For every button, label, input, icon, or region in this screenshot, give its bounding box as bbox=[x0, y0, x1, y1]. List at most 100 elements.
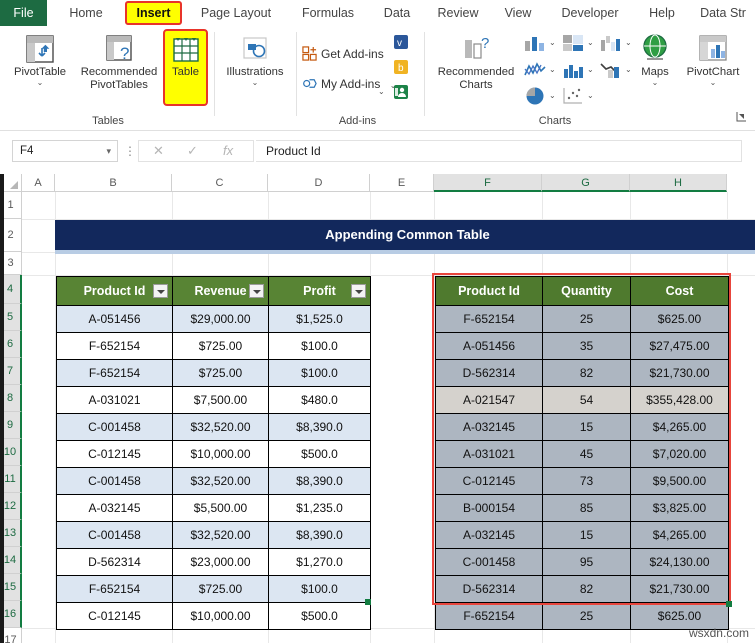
table-row[interactable]: C-012145 $10,000.00 $500.0 bbox=[56, 440, 371, 468]
right-cell-product-id[interactable]: F-652154 bbox=[435, 305, 543, 333]
right-cell-product-id[interactable]: B-000154 bbox=[435, 494, 543, 522]
right-cell-quantity[interactable]: 45 bbox=[542, 440, 631, 468]
column-header-c[interactable]: C bbox=[172, 174, 268, 192]
right-table-resize-handle[interactable] bbox=[726, 601, 732, 607]
right-cell-product-id[interactable]: A-021547 bbox=[435, 386, 543, 414]
recommended-charts-button[interactable]: ? Recommended Charts bbox=[430, 30, 522, 92]
confirm-formula-icon[interactable]: ✓ bbox=[187, 143, 198, 159]
table-row[interactable]: C-001458 $32,520.00 $8,390.0 bbox=[56, 521, 371, 549]
left-cell-product-id[interactable]: A-031021 bbox=[56, 386, 173, 414]
right-cell-quantity[interactable]: 54 bbox=[542, 386, 631, 414]
people-addin-icon[interactable] bbox=[393, 84, 409, 105]
maps-caret-icon[interactable]: ⌄ bbox=[634, 79, 676, 87]
right-cell-cost[interactable]: $9,500.00 bbox=[630, 467, 729, 495]
get-addins-button[interactable]: Get Add-ins bbox=[302, 46, 384, 61]
table-row[interactable]: A-032145 15 $4,265.00 bbox=[435, 521, 729, 549]
hierarchy-chart-icon[interactable] bbox=[562, 34, 584, 57]
cancel-formula-icon[interactable]: ✕ bbox=[153, 143, 164, 159]
pivottable-caret-icon[interactable]: ⌄ bbox=[8, 79, 72, 87]
table-row[interactable]: D-562314 82 $21,730.00 bbox=[435, 575, 729, 603]
right-cell-product-id[interactable]: D-562314 bbox=[435, 575, 543, 603]
column-header-a[interactable]: A bbox=[22, 174, 55, 192]
pivotchart-caret-icon[interactable]: ⌄ bbox=[678, 79, 748, 87]
right-cell-cost[interactable]: $21,730.00 bbox=[630, 359, 729, 387]
pie-chart-icon[interactable] bbox=[524, 86, 546, 111]
tab-file[interactable]: File bbox=[0, 0, 47, 26]
filter-dropdown-icon-profit[interactable] bbox=[351, 284, 366, 298]
line-chart-icon[interactable] bbox=[524, 61, 546, 84]
tab-formulas[interactable]: Formulas bbox=[290, 0, 366, 26]
left-cell-profit[interactable]: $8,390.0 bbox=[268, 413, 371, 441]
left-cell-profit[interactable]: $1,270.0 bbox=[268, 548, 371, 576]
tab-data[interactable]: Data bbox=[374, 0, 420, 26]
right-cell-quantity[interactable]: 25 bbox=[542, 305, 631, 333]
right-cell-product-id[interactable]: A-031021 bbox=[435, 440, 543, 468]
right-cell-cost[interactable]: $27,475.00 bbox=[630, 332, 729, 360]
right-cell-product-id[interactable]: A-032145 bbox=[435, 413, 543, 441]
right-cell-cost[interactable]: $21,730.00 bbox=[630, 575, 729, 603]
table-row[interactable]: C-001458 95 $24,130.00 bbox=[435, 548, 729, 576]
right-cell-cost[interactable]: $625.00 bbox=[630, 305, 729, 333]
hierarchy-chart-caret-icon[interactable]: ⌄ bbox=[587, 39, 594, 47]
left-cell-profit[interactable]: $500.0 bbox=[268, 440, 371, 468]
left-cell-profit[interactable]: $100.0 bbox=[268, 359, 371, 387]
right-cell-product-id[interactable]: D-562314 bbox=[435, 359, 543, 387]
left-cell-revenue[interactable]: $10,000.00 bbox=[172, 440, 269, 468]
tab-developer[interactable]: Developer bbox=[548, 0, 632, 26]
left-header-product-id[interactable]: Product Id bbox=[56, 276, 173, 306]
column-header-d[interactable]: D bbox=[268, 174, 370, 192]
right-cell-product-id[interactable]: F-652154 bbox=[435, 602, 543, 630]
left-cell-product-id[interactable]: C-001458 bbox=[56, 521, 173, 549]
tab-help[interactable]: Help bbox=[640, 0, 684, 26]
left-cell-profit[interactable]: $100.0 bbox=[268, 575, 371, 603]
left-cell-profit[interactable]: $500.0 bbox=[268, 602, 371, 630]
right-cell-cost[interactable]: $3,825.00 bbox=[630, 494, 729, 522]
right-cell-product-id[interactable]: C-012145 bbox=[435, 467, 543, 495]
table-row[interactable]: F-652154 $725.00 $100.0 bbox=[56, 575, 371, 603]
illustrations-button[interactable]: Illustrations ⌄ bbox=[218, 30, 292, 87]
filter-dropdown-icon-product-id[interactable] bbox=[153, 284, 168, 298]
right-cell-product-id[interactable]: C-001458 bbox=[435, 548, 543, 576]
left-cell-revenue[interactable]: $32,520.00 bbox=[172, 467, 269, 495]
right-cell-cost[interactable]: $355,428.00 bbox=[630, 386, 729, 414]
pie-chart-caret-icon[interactable]: ⌄ bbox=[549, 92, 556, 100]
table-row[interactable]: A-032145 $5,500.00 $1,235.0 bbox=[56, 494, 371, 522]
left-cell-revenue[interactable]: $32,520.00 bbox=[172, 413, 269, 441]
left-cell-product-id[interactable]: D-562314 bbox=[56, 548, 173, 576]
left-cell-profit[interactable]: $8,390.0 bbox=[268, 467, 371, 495]
table-row[interactable]: A-031021 45 $7,020.00 bbox=[435, 440, 729, 468]
right-header-product-id[interactable]: Product Id bbox=[435, 276, 543, 306]
left-cell-revenue[interactable]: $7,500.00 bbox=[172, 386, 269, 414]
left-cell-revenue[interactable]: $10,000.00 bbox=[172, 602, 269, 630]
scatter-chart-icon[interactable] bbox=[562, 86, 584, 111]
left-cell-revenue[interactable]: $32,520.00 bbox=[172, 521, 269, 549]
left-cell-profit[interactable]: $1,235.0 bbox=[268, 494, 371, 522]
left-cell-profit[interactable]: $480.0 bbox=[268, 386, 371, 414]
column-header-h[interactable]: H bbox=[630, 174, 727, 192]
line-chart-caret-icon[interactable]: ⌄ bbox=[549, 66, 556, 74]
right-cell-product-id[interactable]: A-051456 bbox=[435, 332, 543, 360]
left-cell-product-id[interactable]: F-652154 bbox=[56, 575, 173, 603]
name-box[interactable]: F4 ▾ bbox=[12, 140, 118, 162]
pivottable-button[interactable]: PivotTable ⌄ bbox=[8, 30, 72, 87]
waterfall-chart-caret-icon[interactable]: ⌄ bbox=[625, 39, 632, 47]
table-button[interactable]: Table bbox=[165, 31, 206, 79]
waterfall-chart-icon[interactable] bbox=[600, 34, 622, 57]
left-cell-product-id[interactable]: F-652154 bbox=[56, 359, 173, 387]
charts-dialog-launcher-icon[interactable] bbox=[736, 109, 747, 127]
column-header-b[interactable]: B bbox=[55, 174, 172, 192]
right-cell-cost[interactable]: $4,265.00 bbox=[630, 521, 729, 549]
right-cell-quantity[interactable]: 73 bbox=[542, 467, 631, 495]
right-cell-quantity[interactable]: 95 bbox=[542, 548, 631, 576]
table-row[interactable]: D-562314 82 $21,730.00 bbox=[435, 359, 729, 387]
table-row[interactable]: F-652154 25 $625.00 bbox=[435, 602, 729, 630]
left-cell-profit[interactable]: $8,390.0 bbox=[268, 521, 371, 549]
right-header-cost[interactable]: Cost bbox=[630, 276, 729, 306]
right-table[interactable]: Product Id Quantity Cost F-652154 25 $625.… bbox=[435, 276, 729, 630]
table-row[interactable]: A-051456 35 $27,475.00 bbox=[435, 332, 729, 360]
column-header-f[interactable]: F bbox=[434, 174, 542, 192]
tab-home[interactable]: Home bbox=[58, 0, 114, 26]
left-cell-revenue[interactable]: $23,000.00 bbox=[172, 548, 269, 576]
right-cell-quantity[interactable]: 35 bbox=[542, 332, 631, 360]
left-cell-revenue[interactable]: $29,000.00 bbox=[172, 305, 269, 333]
